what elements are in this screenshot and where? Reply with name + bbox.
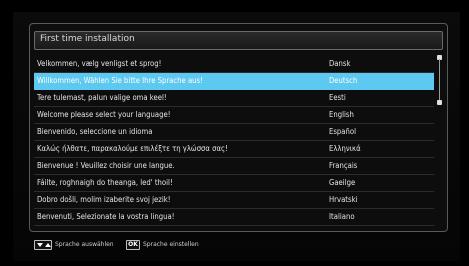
language-list[interactable]: Velkommen, vælg venligst et sprog! Dansk W… xyxy=(34,56,436,226)
language-row[interactable]: Velkommen, vælg venligst et sprog! Dansk xyxy=(34,56,434,73)
language-row[interactable]: Καλώς ήλθατε, παρακαλούμε επιλέξτε τη γλ… xyxy=(34,141,434,158)
scrollbar-track xyxy=(439,59,440,101)
language-greeting: Velkommen, vælg venligst et sprog! xyxy=(37,59,162,68)
language-name: Eesti xyxy=(329,93,346,102)
language-row[interactable]: Willkommen, Wählen Sie bitte Ihre Sprach… xyxy=(34,73,434,90)
dialog-title: First time installation xyxy=(40,34,135,44)
key-hint-bar: Sprache auswählen OK Sprache einstellen xyxy=(34,240,334,252)
arrow-up-icon xyxy=(45,243,51,247)
language-greeting: Bienvenido, seleccione un idioma xyxy=(37,127,153,136)
language-row[interactable]: Bienvenue ! Veuillez choisir une langue.… xyxy=(34,158,434,175)
scrollbar-thumb[interactable] xyxy=(437,100,442,105)
language-greeting: Καλώς ήλθατε, παρακαλούμε επιλέξτε τη γλ… xyxy=(37,144,228,153)
language-row[interactable]: Fáilte, roghnaigh do theanga, led' thoil… xyxy=(34,175,434,192)
language-name: Dansk xyxy=(329,59,351,68)
language-greeting: Benvenuti, Selezionate la vostra lingua! xyxy=(37,212,175,221)
language-name: Gaeilge xyxy=(329,178,356,187)
list-scrollbar[interactable] xyxy=(437,55,442,105)
dialog-title-bar: First time installation xyxy=(34,31,443,50)
language-name: Italiano xyxy=(329,212,355,221)
language-greeting: Welcome please select your language! xyxy=(37,110,171,119)
language-row[interactable]: Bienvenido, seleccione un idioma Español xyxy=(34,124,434,141)
language-greeting: Dobro došli, molim izaberite svoj jezik! xyxy=(37,195,171,204)
select-language-hint: Sprache auswählen xyxy=(55,241,114,248)
language-name: Deutsch xyxy=(329,76,358,85)
language-name: English xyxy=(329,110,354,119)
language-greeting: Tere tulemast, palun valige oma keel! xyxy=(37,93,167,102)
ok-key-icon: OK xyxy=(126,240,140,250)
language-row[interactable]: Welcome please select your language! Engl… xyxy=(34,107,434,124)
language-row[interactable]: Benvenuti, Selezionate la vostra lingua!… xyxy=(34,209,434,226)
language-greeting: Bienvenue ! Veuillez choisir une langue. xyxy=(37,161,175,170)
language-name: Español xyxy=(329,127,356,136)
language-greeting: Fáilte, roghnaigh do theanga, led' thoil… xyxy=(37,178,173,187)
language-name: Français xyxy=(329,161,358,170)
set-language-hint: Sprache einstellen xyxy=(143,241,199,248)
arrow-down-icon xyxy=(37,243,43,247)
language-greeting: Willkommen, Wählen Sie bitte Ihre Sprach… xyxy=(37,76,203,85)
language-row[interactable]: Dobro došli, molim izaberite svoj jezik!… xyxy=(34,192,434,209)
language-row[interactable]: Tere tulemast, palun valige oma keel! Ees… xyxy=(34,90,434,107)
up-down-arrow-keys-icon xyxy=(34,240,52,250)
language-name: Ελληνικά xyxy=(329,144,361,153)
language-name: Hrvatski xyxy=(329,195,358,204)
